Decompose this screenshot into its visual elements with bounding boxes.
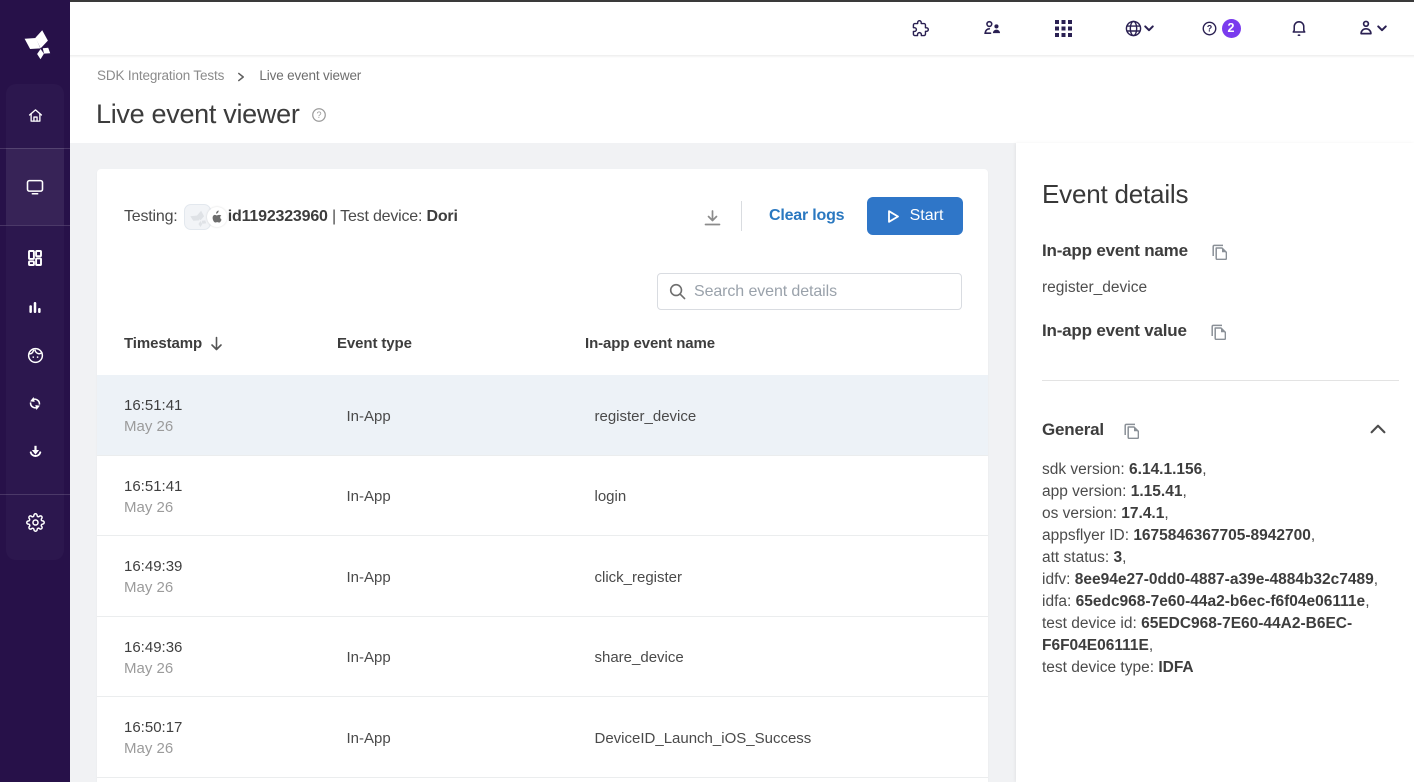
svg-text:?: ? xyxy=(316,110,321,120)
svg-text:?: ? xyxy=(1207,23,1212,33)
